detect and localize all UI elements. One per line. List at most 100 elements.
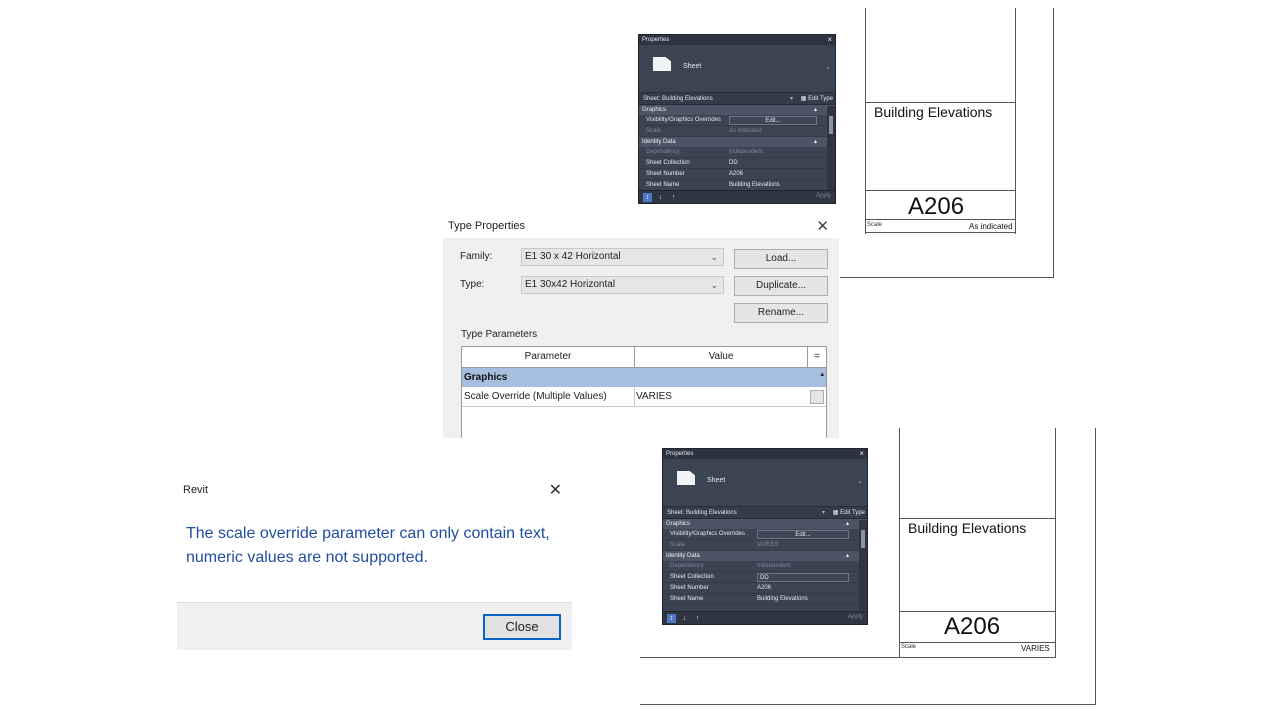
dialog-title: Type Properties xyxy=(448,220,526,232)
palette-title: Properties xyxy=(642,37,670,43)
type-parameters-table: Parameter Value = Graphics ▴ Scale Overr… xyxy=(461,346,827,438)
type-value: E1 30x42 Horizontal xyxy=(525,279,616,290)
sheet-title: Building Elevations xyxy=(908,520,1027,536)
rename-button[interactable]: Rename... xyxy=(734,303,828,323)
instance-filter[interactable]: Sheet: Building Elevations ▾ ▦ Edit Type xyxy=(639,93,835,105)
scale-value: VARIES xyxy=(1021,644,1050,653)
type-properties-dialog: Type Properties ✕ Family: E1 30 x 42 Hor… xyxy=(443,214,839,438)
chevron-down-icon: ⌄ xyxy=(710,280,718,290)
category-label: Graphics xyxy=(642,107,667,113)
property-row: Sheet Number A206 xyxy=(639,169,835,180)
property-row: Sheet Collection DD xyxy=(639,158,835,169)
sheet-border-left xyxy=(899,428,900,658)
close-button[interactable]: Close xyxy=(483,614,561,640)
sheet-icon xyxy=(653,57,671,71)
type-dropdown[interactable]: E1 30x42 Horizontal ⌄ xyxy=(521,276,724,294)
palette-footer: ↕ ↓ ↑ Apply xyxy=(639,190,835,203)
property-key: Visibility/Graphics Overrides xyxy=(646,117,721,123)
sort-alpha-icon[interactable]: ↑ xyxy=(669,193,678,202)
property-key: Scale xyxy=(646,128,662,134)
properties-grid: Graphics ▴ Visibility/Graphics Overrides … xyxy=(639,105,835,203)
palette-titlebar: Properties × xyxy=(639,35,835,45)
sheet-border-right xyxy=(1055,428,1056,658)
property-value: Independent xyxy=(729,149,763,155)
sheet-border-right xyxy=(1015,8,1016,234)
property-key: Sheet Collection xyxy=(646,160,690,166)
column-divider xyxy=(634,387,635,407)
scale-label: Scale xyxy=(901,644,917,650)
close-icon[interactable]: ✕ xyxy=(816,217,829,235)
category-label: Identity Data xyxy=(642,139,676,145)
sheet-outer-border-right xyxy=(1053,8,1054,278)
sheet-number: A206 xyxy=(908,193,965,220)
close-icon[interactable]: × xyxy=(827,35,832,45)
sort-icon[interactable]: ↓ xyxy=(656,193,665,202)
property-row: Dependency Independent xyxy=(639,147,835,158)
property-value[interactable]: A206 xyxy=(729,169,743,180)
property-value[interactable]: DD xyxy=(729,158,738,169)
scrollbar-thumb[interactable] xyxy=(829,116,833,134)
sheet-outer-border-bottom xyxy=(840,277,1054,278)
apply-button[interactable]: Apply xyxy=(816,193,831,199)
table-row[interactable]: Scale Override (Multiple Values) VARIES xyxy=(462,387,826,407)
bottom-sheet-titleblock: Building Elevations A206 Scale VARIES xyxy=(640,428,1100,708)
property-row: Visibility/Graphics Overrides Edit... xyxy=(639,115,835,126)
collapse-icon: ▴ xyxy=(820,371,824,378)
parameter-name: Scale Override (Multiple Values) xyxy=(464,391,607,402)
dialog-footer: Close xyxy=(177,602,572,650)
category-graphics[interactable]: Graphics ▴ xyxy=(639,105,835,115)
sheet-title: Building Elevations xyxy=(874,104,993,120)
sheet-border-left xyxy=(865,8,866,234)
titleblock-divider xyxy=(899,518,1056,519)
collapse-icon: ▴ xyxy=(813,139,817,145)
help-icon[interactable]: ↕ xyxy=(643,193,652,202)
parameter-value[interactable]: VARIES xyxy=(636,387,672,407)
collapse-icon: ▴ xyxy=(813,107,817,113)
dialog-title: Revit xyxy=(183,484,209,496)
sheet-border-bottom xyxy=(865,232,1016,233)
chevron-down-icon: ⌄ xyxy=(710,252,718,262)
family-dropdown[interactable]: E1 30 x 42 Horizontal ⌄ xyxy=(521,248,724,266)
chevron-down-icon: ▾ xyxy=(789,96,793,102)
sheet-number: A206 xyxy=(944,613,1001,640)
properties-scrollbar[interactable] xyxy=(827,106,835,192)
property-key: Sheet Number xyxy=(646,171,685,177)
edit-visibility-button[interactable]: Edit... xyxy=(729,116,817,125)
type-label: Type: xyxy=(460,279,485,290)
property-key: Dependency xyxy=(646,149,680,155)
category-identity-data[interactable]: Identity Data ▴ xyxy=(639,137,835,147)
sheet-border-bottom xyxy=(899,657,1056,658)
titleblock-divider xyxy=(865,190,1016,191)
type-selector-label: Sheet xyxy=(683,63,702,70)
titleblock-divider xyxy=(899,611,1056,612)
chevron-down-icon: ⌄ xyxy=(825,64,831,71)
titleblock-divider xyxy=(865,102,1016,103)
family-label: Family: xyxy=(460,251,493,262)
column-header-parameter[interactable]: Parameter xyxy=(462,347,635,368)
message-text: The scale override parameter can only co… xyxy=(186,525,550,566)
scale-value: As indicated xyxy=(969,222,1013,231)
sheet-outer-border-right xyxy=(1095,428,1096,705)
sheet-outer-border-bottom xyxy=(640,704,1096,705)
duplicate-button[interactable]: Duplicate... xyxy=(734,276,828,296)
instance-filter-label: Sheet: Building Elevations xyxy=(643,96,713,102)
top-sheet-titleblock: Building Elevations A206 Scale As indica… xyxy=(840,0,1060,282)
parameter-group-label: Graphics xyxy=(464,372,508,383)
column-header-value[interactable]: Value xyxy=(635,347,808,368)
type-parameters-label: Type Parameters xyxy=(461,329,538,340)
edit-type-label: Edit Type xyxy=(808,96,833,102)
scale-label: Scale xyxy=(867,222,883,228)
load-button[interactable]: Load... xyxy=(734,249,828,269)
revit-message-dialog: Revit ✕ The scale override parameter can… xyxy=(177,474,572,650)
top-properties-palette: Properties × Sheet ⌄ Sheet: Building Ele… xyxy=(638,34,836,204)
ellipsis-button[interactable] xyxy=(810,390,824,404)
type-selector[interactable]: Sheet ⌄ xyxy=(639,45,835,93)
close-icon[interactable]: ✕ xyxy=(549,480,562,500)
property-row: Scale As indicated xyxy=(639,126,835,137)
parameter-group-graphics[interactable]: Graphics ▴ xyxy=(462,368,826,387)
property-value: As indicated xyxy=(729,128,762,134)
dialog-titlebar: Type Properties ✕ xyxy=(443,214,839,238)
titleblock-divider xyxy=(899,642,1056,643)
sheet-outer-border xyxy=(640,657,900,658)
edit-type-button[interactable]: ▦ Edit Type xyxy=(801,93,833,105)
